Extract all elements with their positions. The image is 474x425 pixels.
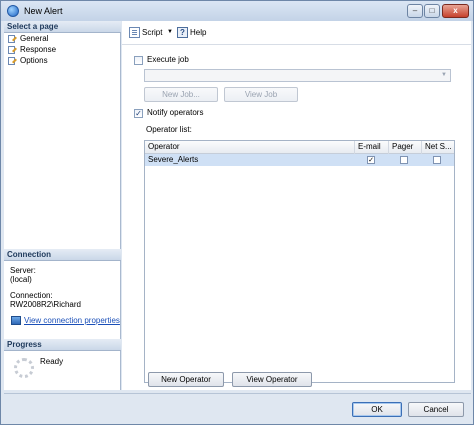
toolbar: Script ▼ ? Help [122, 21, 471, 45]
operator-grid[interactable]: Operator E-mail Pager Net S... Severe_Al… [144, 140, 455, 383]
column-header-pager[interactable]: Pager [389, 141, 422, 154]
notify-operators-label: Notify operators [147, 108, 204, 117]
email-checkbox[interactable]: ✓ [367, 156, 375, 164]
view-job-button[interactable]: View Job [224, 87, 298, 102]
page-icon [8, 35, 17, 43]
nav-item-response[interactable]: Response [8, 45, 56, 56]
connection-header: Connection [4, 249, 121, 261]
app-icon [7, 5, 19, 17]
execute-job-label: Execute job [147, 55, 189, 64]
help-button[interactable]: Help [190, 28, 206, 37]
view-operator-button[interactable]: View Operator [232, 372, 312, 387]
title-bar: New Alert – □ x [1, 1, 473, 21]
progress-header: Progress [4, 339, 121, 351]
script-icon[interactable] [129, 27, 140, 38]
column-header-net-send[interactable]: Net S... [422, 141, 454, 154]
progress-spinner-icon [14, 358, 34, 378]
left-pane: Select a page General Response Options C… [4, 21, 121, 390]
server-value: (local) [10, 275, 32, 284]
right-pane: Script ▼ ? Help Execute job ▼ New Job...… [122, 21, 471, 390]
nav-item-label: Response [20, 45, 57, 54]
operator-name-cell[interactable]: Severe_Alerts [145, 154, 355, 166]
ok-button[interactable]: OK [352, 402, 402, 417]
page-icon [8, 57, 17, 65]
connection-properties-icon [11, 316, 21, 325]
job-combo[interactable]: ▼ [144, 69, 451, 82]
grid-header: Operator E-mail Pager Net S... [145, 141, 454, 154]
column-header-operator[interactable]: Operator [145, 141, 355, 154]
notify-operators-checkbox[interactable]: ✓ [134, 109, 143, 118]
script-dropdown-arrow-icon[interactable]: ▼ [167, 29, 173, 35]
nav-item-label: General [20, 34, 49, 43]
connection-value: RW2008R2\Richard [10, 300, 81, 309]
minimize-button[interactable]: – [407, 4, 423, 18]
close-button[interactable]: x [442, 4, 469, 18]
nav-item-options[interactable]: Options [8, 56, 48, 67]
new-job-button[interactable]: New Job... [144, 87, 218, 102]
execute-job-checkbox[interactable] [134, 56, 143, 65]
table-row[interactable]: Severe_Alerts ✓ [145, 154, 454, 166]
nav-item-general[interactable]: General [8, 34, 48, 45]
operator-list-label: Operator list: [146, 125, 192, 134]
pager-checkbox[interactable] [400, 156, 408, 164]
select-page-header: Select a page [4, 21, 121, 33]
cancel-button[interactable]: Cancel [408, 402, 464, 417]
view-connection-properties-link[interactable]: View connection properties [24, 316, 120, 325]
window-title: New Alert [24, 6, 63, 16]
maximize-button[interactable]: □ [424, 4, 440, 18]
new-alert-dialog: New Alert – □ x Select a page General Re… [0, 0, 474, 425]
script-button[interactable]: Script [142, 28, 162, 37]
new-operator-button[interactable]: New Operator [148, 372, 224, 387]
dialog-footer: OK Cancel [4, 393, 471, 423]
page-icon [8, 46, 17, 54]
net-send-checkbox[interactable] [433, 156, 441, 164]
help-icon[interactable]: ? [177, 27, 188, 38]
progress-status: Ready [40, 357, 64, 366]
chevron-down-icon[interactable]: ▼ [439, 71, 449, 80]
nav-item-label: Options [20, 56, 48, 65]
column-header-email[interactable]: E-mail [355, 141, 389, 154]
